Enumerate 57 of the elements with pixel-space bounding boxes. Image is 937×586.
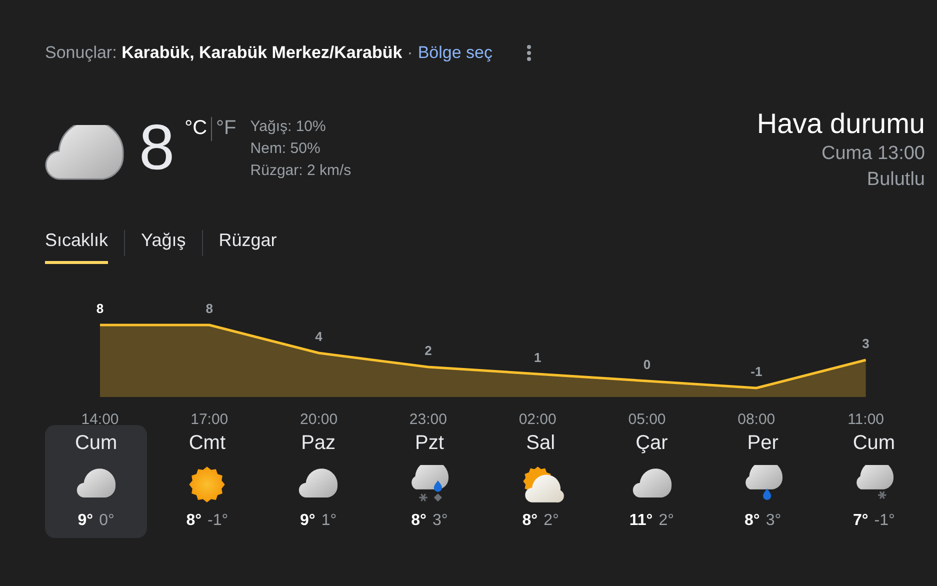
temperature-label: 2 [424,343,432,358]
weather-detail: Rüzgar: 2 km/s [250,161,352,181]
day-forecast[interactable]: Çar 11° 2° [600,425,703,538]
low-temperature: -1° [208,512,228,530]
chart-tab[interactable]: Yağış [141,222,186,264]
day-forecast[interactable]: Sal 8° 2° [490,425,592,538]
high-temperature: 8° [744,512,760,530]
high-temperature: 8° [522,512,538,530]
temperature-label: 4 [315,329,322,344]
high-temperature: 9° [300,512,316,530]
separator-dot: · [407,43,413,63]
high-temperature: 7° [852,512,868,530]
high-temperature: 8° [186,512,202,530]
temperature-label: 0 [643,357,651,372]
day-forecast[interactable]: Cmt 8° -1° [156,425,258,538]
chart-tab[interactable]: Rüzgar [218,222,277,264]
low-temperature: 0° [99,512,114,530]
weather-detail: Nem: 50% [250,139,322,159]
choose-region-link[interactable]: Bölge seç [418,43,493,63]
date-time: Cuma 13:00 [821,142,925,166]
results-location: Sonuçlar: Karabük, Karabük Merkez/Karabük [45,43,402,63]
hour-label: 05:00 [628,411,666,428]
low-temperature: 1° [321,512,337,530]
hour-label: 14:00 [81,411,119,428]
high-temperature: 8° [411,512,426,530]
hour-label: 08:00 [738,411,776,428]
high-temperature: 9° [78,512,94,530]
hour-label: 02:00 [518,411,556,428]
weather-detail: Yağış: 10% [250,117,327,137]
day-forecast[interactable]: Paz 9° 1° [267,425,370,538]
hour-label: 23:00 [409,411,447,428]
hour-label: 17:00 [190,411,228,428]
condition-text: Bulutlu [866,168,925,192]
hour-label: 20:00 [300,411,338,428]
day-forecast[interactable]: Cum 7° -1° [822,425,925,538]
day-forecast[interactable]: Pzt 8° 3° [378,425,480,538]
temperature-label: 1 [534,350,542,365]
weather-title: Hava durumu [756,107,925,141]
temperature-label: -1 [750,364,762,379]
low-temperature: 2° [658,512,674,530]
temperature-label: 3 [862,336,870,351]
cloud-icon [45,125,125,181]
temperature-label: 8 [206,301,214,316]
hour-label: 11:00 [848,411,884,428]
more-options-icon[interactable] [526,44,532,62]
low-temperature: 3° [766,512,782,530]
day-forecast[interactable]: Per 8° 3° [712,425,814,538]
current-temperature: 8 [139,115,175,179]
low-temperature: -1° [874,512,895,530]
high-temperature: 11° [629,512,653,530]
day-forecast[interactable]: Cum 9° 0° [45,425,148,538]
low-temperature: 3° [432,512,448,530]
unit-toggle[interactable]: °F [214,117,238,140]
unit-toggle[interactable]: °C [182,117,210,140]
temperature-label: 8 [96,301,104,316]
chart-tab[interactable]: Sıcaklık [45,222,108,264]
low-temperature: 2° [544,512,559,530]
